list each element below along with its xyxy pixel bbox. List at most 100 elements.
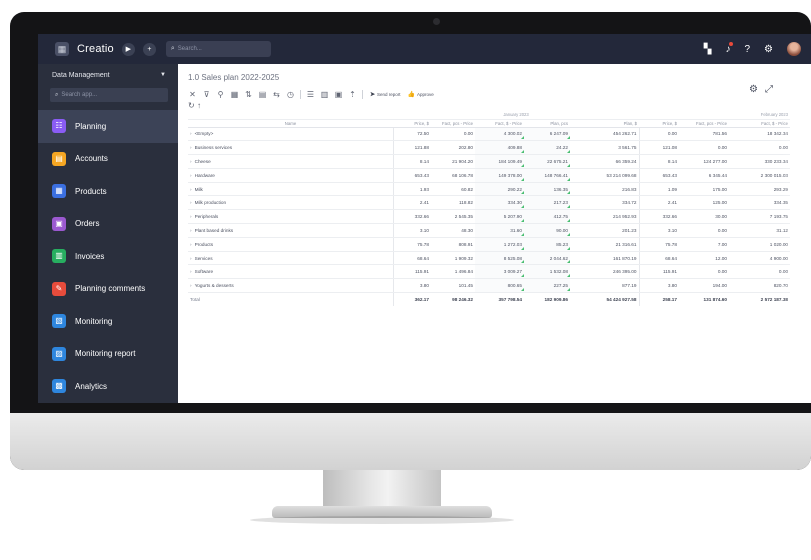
value-cell[interactable]: 24.22	[524, 140, 570, 156]
sidebar-item-monitoring[interactable]: ▧ Monitoring	[38, 305, 178, 338]
notification-bell-icon[interactable]: ♪	[725, 41, 734, 55]
global-search-input[interactable]: ⌕ Search...	[165, 41, 271, 57]
value-cell[interactable]: 136.35	[524, 182, 570, 197]
table-row[interactable]: › Milk production 2.41 118.82 334.30 217.23 33…	[188, 195, 791, 211]
table-row[interactable]: › Plant based drinks 3.10 48.30 31.60 90.00 20…	[188, 223, 791, 238]
table-row[interactable]: › Products 75.78 808.91 1 272.03 85.23 21 316.…	[188, 237, 791, 252]
swap-icon[interactable]: ⇆	[272, 90, 281, 99]
table-row[interactable]: › Hardware 653.43 68 106.78 149 378.00 148 76…	[188, 168, 791, 183]
help-icon[interactable]: ?	[744, 44, 750, 55]
value-cell[interactable]: 409.88	[475, 140, 524, 156]
grid-icon[interactable]: ▦	[230, 90, 239, 99]
value-cell[interactable]: 22 675.21	[524, 154, 570, 169]
value-cell[interactable]: 31.60	[475, 223, 524, 238]
chart-icon[interactable]: ▥	[320, 90, 329, 99]
apps-grid-icon[interactable]: ▦	[55, 42, 69, 56]
value-cell[interactable]: 3 009.27	[475, 264, 524, 280]
settings-gear-icon[interactable]: ⚙	[764, 44, 773, 55]
column-header[interactable]: Plan, $	[570, 119, 640, 128]
value-cell[interactable]: 217.23	[524, 195, 570, 211]
value-cell[interactable]: 85.23	[524, 237, 570, 252]
settings-gear-icon[interactable]: ⚙	[749, 84, 758, 95]
value-cell[interactable]: 1 532.08	[524, 264, 570, 280]
filter-icon[interactable]: ⊽	[202, 90, 211, 99]
column-header[interactable]: Price, $	[393, 119, 431, 128]
value-cell[interactable]: 1 272.03	[475, 237, 524, 252]
value-cell[interactable]: 5 207.90	[475, 209, 524, 225]
table-row[interactable]: › Yogurts & desserts 3.80 101.45 800.65 227.2…	[188, 278, 791, 294]
close-icon[interactable]: ✕	[188, 90, 197, 99]
workspace-selector[interactable]: Data Management ▼	[38, 64, 178, 86]
expand-chevron-icon[interactable]: ›	[190, 242, 192, 247]
refresh-icon[interactable]: ↻	[188, 101, 195, 110]
value-cell[interactable]: 184 109.49	[475, 154, 524, 169]
value-cell[interactable]: 334.30	[475, 195, 524, 211]
value-cell[interactable]: 90.00	[524, 223, 570, 238]
value-cell: 3.80	[638, 278, 680, 294]
expand-chevron-icon[interactable]: ›	[190, 214, 192, 219]
expand-chevron-icon[interactable]: ›	[190, 145, 192, 150]
table-row[interactable]: › Services 68.64 1 909.32 8 525.08 2 044.62 16…	[188, 251, 791, 266]
user-avatar[interactable]	[787, 42, 801, 56]
table-row[interactable]: › Peripherals 332.66 2 545.35 5 207.90 412.75…	[188, 209, 791, 225]
launch-icon[interactable]: ▚	[704, 44, 712, 55]
sidebar-item-invoices[interactable]: ▥ Invoices	[38, 240, 178, 273]
add-icon[interactable]: +	[142, 42, 156, 56]
sidebar-item-analytics[interactable]: ▩ Analytics	[38, 370, 178, 403]
sort-icon[interactable]: ⇅	[244, 90, 253, 99]
column-header[interactable]: Name	[188, 119, 393, 128]
sidebar-item-planning-comments[interactable]: ✎ Planning comments	[38, 273, 178, 306]
value-cell[interactable]: 290.22	[475, 182, 524, 197]
table-row[interactable]: › Business services 121.88 202.80 409.88 24.2…	[188, 140, 791, 156]
sidebar-item-orders[interactable]: ▣ Orders	[38, 208, 178, 241]
upload-icon[interactable]: ↑	[197, 101, 201, 110]
send-report-button[interactable]: ➤ Send report	[370, 91, 401, 98]
column-header[interactable]: Fact, $ - Price	[729, 119, 791, 128]
value-cell[interactable]: 2 044.62	[524, 251, 570, 266]
value-cell[interactable]: 4 300.02	[475, 127, 524, 142]
value-cell[interactable]: 8 525.08	[475, 251, 524, 266]
sort-asc-icon[interactable]: ⇡	[348, 90, 357, 99]
value-cell: 75.78	[392, 237, 431, 252]
sidebar-search-input[interactable]: ⌕ Search app...	[50, 88, 168, 102]
expand-chevron-icon[interactable]: ›	[190, 228, 192, 233]
table-row[interactable]: › Software 115.91 1 496.84 3 009.27 1 532.08 2…	[188, 264, 791, 280]
column-header[interactable]: Plan, pcs	[524, 119, 570, 128]
play-icon[interactable]: ▶	[121, 42, 135, 56]
pin-icon[interactable]: ⚲	[216, 90, 225, 99]
value-cell: 72.50	[392, 127, 431, 142]
expand-chevron-icon[interactable]: ›	[190, 256, 192, 261]
sidebar-item-products[interactable]: ▦ Products	[38, 175, 178, 208]
expand-chevron-icon[interactable]: ›	[190, 283, 192, 288]
table-icon[interactable]: ▤	[258, 90, 267, 99]
value-cell[interactable]: 800.65	[475, 278, 524, 294]
value-cell[interactable]: 148 766.41	[524, 168, 570, 183]
value-cell[interactable]: 6 247.09	[524, 127, 570, 142]
expand-chevron-icon[interactable]: ›	[190, 187, 192, 192]
history-icon[interactable]: ◷	[286, 90, 295, 99]
column-header[interactable]: Price, $	[639, 119, 680, 128]
column-header[interactable]: Fact, pcs - Price	[431, 119, 475, 128]
column-header[interactable]: Fact, $ - Price	[475, 119, 524, 128]
expand-chevron-icon[interactable]: ›	[190, 269, 192, 274]
expand-chevron-icon[interactable]: ›	[190, 200, 192, 205]
value-cell[interactable]: 412.75	[524, 209, 570, 225]
sidebar-item-monitoring-report[interactable]: ▨ Monitoring report	[38, 338, 178, 371]
table-row[interactable]: › Milk 1.93 60.82 290.22 136.35 216.83 1.09 175.…	[188, 182, 791, 197]
value-cell[interactable]: 149 378.00	[475, 168, 524, 183]
approve-button[interactable]: 👍 Approve	[408, 91, 434, 98]
expand-chevron-icon[interactable]: ›	[190, 159, 192, 164]
sidebar-item-accounts[interactable]: ▤ Accounts	[38, 143, 178, 176]
calendar-icon[interactable]: ▣	[334, 90, 343, 99]
table-row[interactable]: › <Empty> 72.50 0.00 4 300.02 6 247.09 454 262…	[188, 127, 791, 142]
value-cell[interactable]: 227.25	[524, 278, 570, 294]
monitoring-icon: ▧	[52, 314, 66, 329]
expand-icon[interactable]: ⤢	[765, 84, 773, 95]
expand-chevron-icon[interactable]: ›	[190, 131, 192, 136]
column-header[interactable]: Fact, pcs - Price	[679, 119, 730, 128]
expand-chevron-icon[interactable]: ›	[190, 173, 192, 178]
sidebar-item-planning[interactable]: ☷ Planning	[38, 110, 178, 143]
table-row[interactable]: › Cheese 8.14 21 904.20 184 109.49 22 675.21 6…	[188, 154, 791, 169]
value-cell: 68.64	[392, 251, 431, 266]
list-icon[interactable]: ☰	[306, 90, 315, 99]
